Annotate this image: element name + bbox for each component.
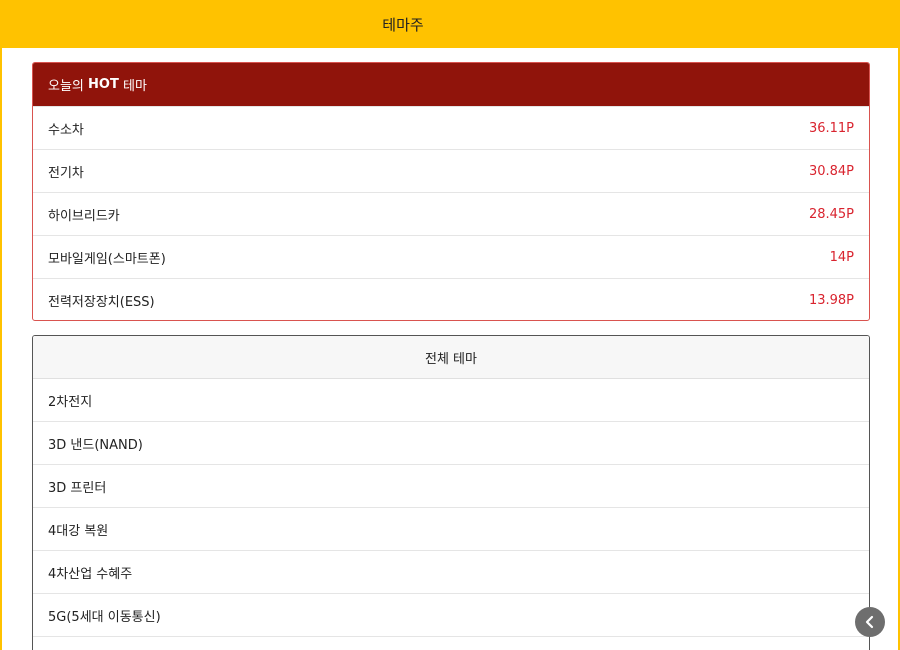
- back-button[interactable]: [855, 607, 885, 637]
- theme-list-item[interactable]: 4대강 복원: [33, 508, 869, 551]
- hot-theme-name: 모바일게임(스마트폰): [48, 251, 166, 267]
- hot-title-bold: HOT: [88, 77, 119, 92]
- hot-theme-row[interactable]: 전기차 30.84P: [33, 149, 869, 192]
- theme-name: 4차산업 수혜주: [48, 566, 133, 582]
- chevron-left-icon: [865, 615, 874, 629]
- hot-theme-value: 14P: [829, 249, 854, 265]
- hot-theme-row[interactable]: 하이브리드카 28.45P: [33, 192, 869, 235]
- theme-name: 3D 프린터: [48, 480, 107, 496]
- theme-name: 2차전지: [48, 394, 93, 410]
- hot-theme-row[interactable]: 모바일게임(스마트폰) 14P: [33, 235, 869, 278]
- hot-theme-name: 수소차: [48, 122, 84, 138]
- top-header: 테마주: [0, 0, 900, 48]
- theme-list-item[interactable]: 2차전지: [33, 379, 869, 422]
- hot-theme-row[interactable]: 수소차 36.11P: [33, 106, 869, 149]
- hot-theme-name: 하이브리드카: [48, 208, 120, 224]
- hot-theme-name: 전기차: [48, 165, 84, 181]
- hot-theme-header: 오늘의 HOT 테마: [33, 63, 869, 106]
- hot-theme-value: 36.11P: [808, 120, 854, 136]
- hot-title-prefix: 오늘의: [48, 79, 84, 94]
- theme-name: 5G(5세대 이동통신): [48, 609, 161, 625]
- hot-theme-value: 30.84P: [808, 163, 854, 179]
- main-content: 오늘의 HOT 테마 수소차 36.11P 전기차 30.84P 하이브리드카 …: [2, 48, 898, 650]
- all-themes-card: 전체 테마 2차전지 3D 낸드(NAND) 3D 프린터 4대강 복원 4차산…: [32, 335, 870, 650]
- theme-list-item[interactable]: 3D 프린터: [33, 465, 869, 508]
- theme-list-item[interactable]: 3D 낸드(NAND): [33, 422, 869, 465]
- page: 테마주 오늘의 HOT 테마 수소차 36.11P 전기차 30.84P 하이브…: [0, 0, 900, 650]
- theme-name: 4대강 복원: [48, 523, 109, 539]
- all-themes-header: 전체 테마: [33, 336, 869, 379]
- theme-list-item[interactable]: 5G(5세대 이동통신): [33, 594, 869, 637]
- hot-title-suffix: 테마: [122, 79, 147, 94]
- hot-theme-card: 오늘의 HOT 테마 수소차 36.11P 전기차 30.84P 하이브리드카 …: [32, 62, 870, 321]
- theme-list-item[interactable]: 4차산업 수혜주: [33, 551, 869, 594]
- theme-name: 3D 낸드(NAND): [48, 437, 143, 453]
- hot-theme-value: 28.45P: [808, 206, 854, 222]
- hot-theme-value: 13.98P: [808, 292, 854, 308]
- hot-theme-row[interactable]: 전력저장장치(ESS) 13.98P: [33, 278, 869, 320]
- hot-theme-name: 전력저장장치(ESS): [48, 294, 155, 310]
- page-title: 테마주: [382, 15, 424, 34]
